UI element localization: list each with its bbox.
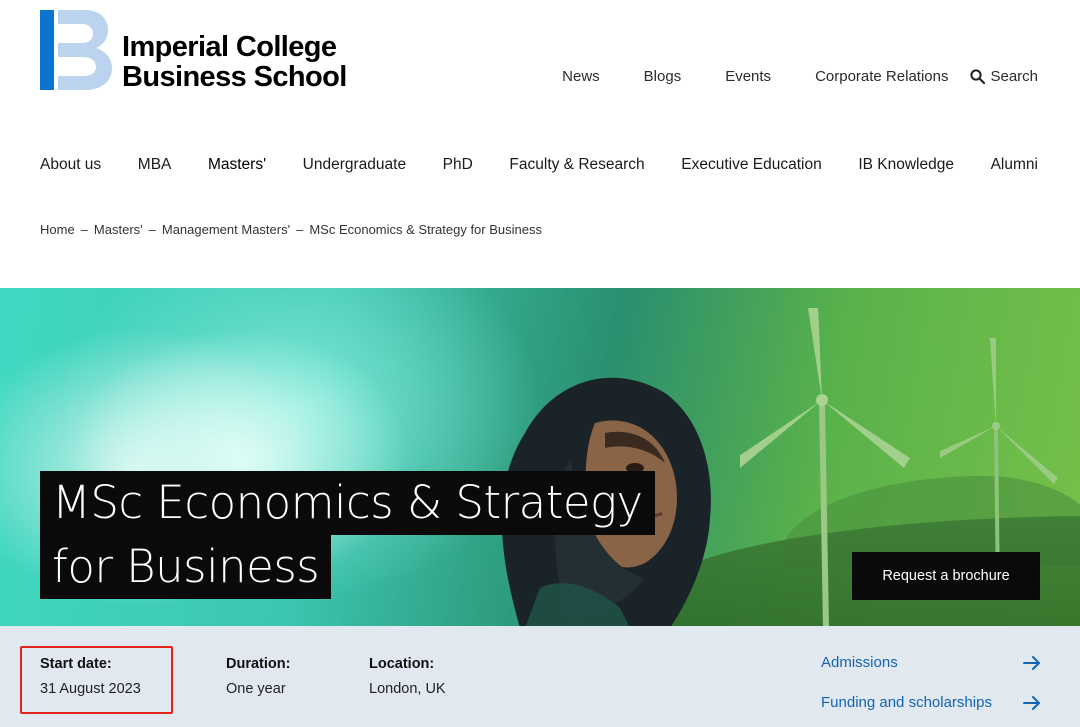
breadcrumb: Home – Masters' – Management Masters' – …	[40, 222, 542, 237]
logo-text: Imperial College Business School	[122, 32, 347, 92]
hero-banner: MSc Economics & Strategy for Business Re…	[0, 288, 1080, 626]
location-value: London, UK	[369, 681, 446, 697]
nav-about-us[interactable]: About us	[40, 156, 101, 174]
logo-mark-icon	[40, 10, 112, 90]
duration-info: Duration: One year	[226, 656, 290, 697]
breadcrumb-current: MSc Economics & Strategy for Business	[309, 222, 542, 237]
duration-label: Duration:	[226, 656, 291, 672]
nav-ib-knowledge[interactable]: IB Knowledge	[858, 156, 954, 174]
nav-faculty-research[interactable]: Faculty & Research	[509, 156, 644, 174]
hero-title-line-2: for Business	[40, 535, 332, 599]
nav-executive-education[interactable]: Executive Education	[681, 156, 821, 174]
request-brochure-button[interactable]: Request a brochure	[852, 552, 1040, 600]
hero-title-line-1: MSc Economics & Strategy	[40, 471, 655, 535]
logo-line-2: Business School	[122, 61, 347, 93]
duration-value: One year	[226, 681, 286, 697]
nav-undergraduate[interactable]: Undergraduate	[303, 156, 406, 174]
nav-mba[interactable]: MBA	[138, 156, 172, 174]
logo[interactable]: Imperial College Business School	[40, 10, 347, 92]
top-nav-events[interactable]: Events	[725, 68, 771, 85]
hero-title: MSc Economics & Strategy for Business	[40, 471, 655, 599]
breadcrumb-separator: –	[80, 222, 88, 237]
location-label: Location:	[369, 656, 435, 672]
arrow-right-icon	[1023, 695, 1040, 710]
breadcrumb-masters[interactable]: Masters'	[94, 222, 143, 237]
search-label: Search	[990, 68, 1038, 85]
search-icon	[970, 69, 986, 84]
admissions-link-label: Admissions	[821, 654, 898, 671]
top-nav-news[interactable]: News	[562, 68, 600, 85]
logo-line-1: Imperial College	[122, 31, 337, 63]
admissions-link[interactable]: Admissions	[821, 654, 1041, 671]
top-nav-corporate-relations[interactable]: Corporate Relations	[815, 68, 948, 85]
nav-masters[interactable]: Masters'	[208, 156, 266, 174]
location-info: Location: London, UK	[369, 656, 446, 697]
top-nav: News Blogs Events Corporate Relations Se…	[518, 68, 1038, 85]
arrow-right-icon	[1023, 655, 1040, 670]
breadcrumb-home[interactable]: Home	[40, 222, 75, 237]
search-button[interactable]: Search	[970, 68, 1038, 85]
top-nav-blogs[interactable]: Blogs	[644, 68, 682, 85]
breadcrumb-separator: –	[148, 222, 156, 237]
nav-alumni[interactable]: Alumni	[991, 156, 1038, 174]
funding-link-label: Funding and scholarships	[821, 694, 992, 711]
nav-phd[interactable]: PhD	[443, 156, 473, 174]
main-nav: About us MBA Masters' Undergraduate PhD …	[40, 156, 1038, 174]
start-date-highlight-box	[20, 646, 173, 714]
breadcrumb-separator: –	[296, 222, 304, 237]
breadcrumb-management-masters[interactable]: Management Masters'	[162, 222, 290, 237]
funding-scholarships-link[interactable]: Funding and scholarships	[821, 694, 1041, 711]
